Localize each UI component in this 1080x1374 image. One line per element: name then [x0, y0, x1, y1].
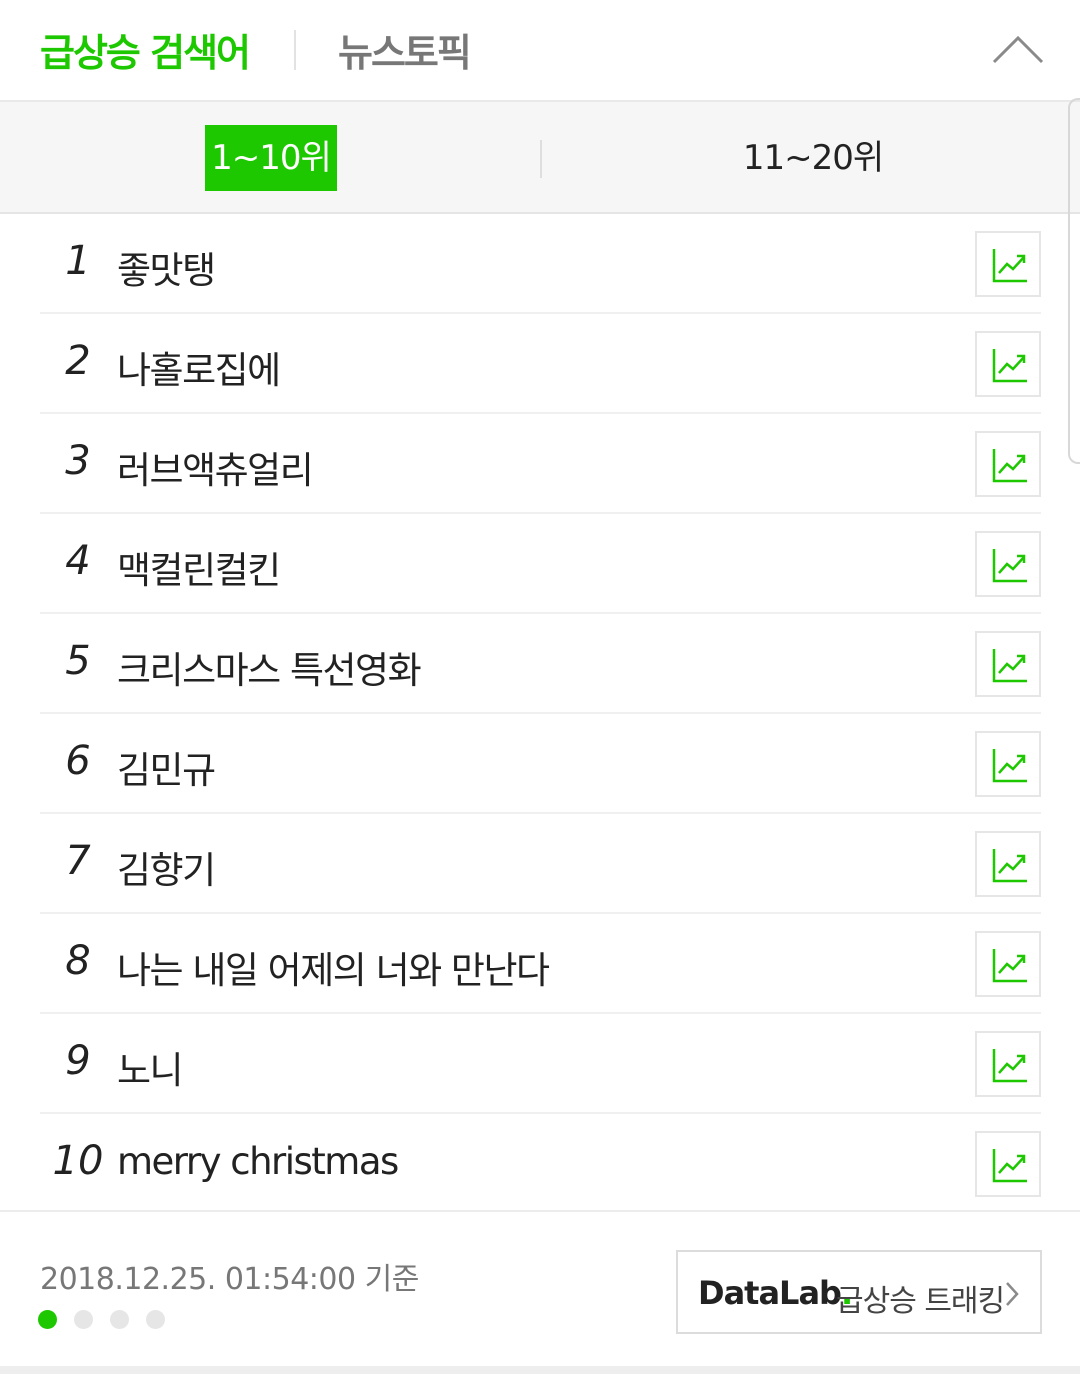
page-dot-active[interactable] — [38, 1310, 57, 1329]
keyword-row[interactable]: 4 맥컬린컬킨 — [40, 514, 1041, 614]
trend-chart-icon — [992, 849, 1027, 883]
keyword-text[interactable]: 노니 — [117, 1040, 184, 1094]
keyword-text[interactable]: 러브액츄얼리 — [117, 440, 314, 494]
trend-chart-icon — [992, 649, 1027, 683]
keyword-row[interactable]: 5 크리스마스 특선영화 — [40, 614, 1041, 714]
rank-number: 3 — [65, 438, 91, 484]
rank-number: 6 — [65, 738, 91, 784]
keyword-text[interactable]: 크리스마스 특선영화 — [117, 640, 422, 694]
rank-number: 8 — [65, 938, 91, 984]
keyword-row[interactable]: 8 나는 내일 어제의 너와 만난다 — [40, 914, 1041, 1014]
scroll-indicator — [1068, 98, 1080, 464]
trend-chart-icon — [992, 1049, 1027, 1083]
keyword-text[interactable]: 김향기 — [117, 840, 216, 894]
page-dot[interactable] — [146, 1310, 165, 1329]
rank-number: 7 — [65, 838, 91, 884]
tab-rank-11-20[interactable]: 11~20위 — [740, 125, 886, 191]
footer: 2018.12.25. 01:54:00 기준 DataLab. 급상승 트래킹 — [0, 1210, 1080, 1366]
rank-number: 9 — [65, 1038, 91, 1084]
keyword-text[interactable]: 나홀로집에 — [117, 340, 281, 394]
trend-chart-icon — [992, 949, 1027, 983]
trend-chart-icon — [992, 749, 1027, 783]
tab-divider — [294, 30, 296, 70]
chevron-right-icon — [1006, 1282, 1019, 1306]
keyword-text[interactable]: 김민규 — [117, 740, 216, 794]
datalab-logo: DataLab. — [698, 1274, 853, 1312]
trend-chart-icon — [992, 449, 1027, 483]
datalab-brand-text: DataLab — [698, 1274, 842, 1312]
update-timestamp: 2018.12.25. 01:54:00 기준 — [40, 1262, 419, 1297]
collapse-button[interactable] — [990, 30, 1046, 70]
trend-chart-icon — [992, 349, 1027, 383]
bottom-divider — [0, 1366, 1080, 1374]
tab-rising-keywords[interactable]: 급상승 검색어 — [40, 22, 251, 77]
tab-news-topic[interactable]: 뉴스토픽 — [338, 22, 472, 77]
keyword-row[interactable]: 2 나홀로집에 — [40, 314, 1041, 414]
trend-button[interactable] — [975, 1131, 1041, 1197]
rank-number: 1 — [65, 238, 91, 284]
rank-number: 2 — [65, 338, 91, 384]
trend-button[interactable] — [975, 431, 1041, 497]
trend-button[interactable] — [975, 531, 1041, 597]
page-indicator — [38, 1310, 182, 1333]
page-dot[interactable] — [74, 1310, 93, 1329]
keyword-row[interactable]: 7 김향기 — [40, 814, 1041, 914]
keyword-row[interactable]: 1 좋맛탱 — [40, 214, 1041, 314]
keyword-text[interactable]: 나는 내일 어제의 너와 만난다 — [117, 940, 550, 994]
keyword-list: 1 좋맛탱 2 나홀로집에 3 러브액츄얼리 4 맥컬린컬킨 5 크리스마스 특… — [0, 214, 1080, 1214]
trend-button[interactable] — [975, 231, 1041, 297]
trend-chart-icon — [992, 249, 1027, 283]
datalab-label: 급상승 트래킹 — [836, 1284, 1005, 1319]
keyword-row[interactable]: 10 merry christmas — [40, 1114, 1041, 1214]
keyword-row[interactable]: 3 러브액츄얼리 — [40, 414, 1041, 514]
trend-button[interactable] — [975, 331, 1041, 397]
page-dot[interactable] — [110, 1310, 129, 1329]
rank-number: 4 — [65, 538, 91, 584]
trend-button[interactable] — [975, 831, 1041, 897]
trend-button[interactable] — [975, 1031, 1041, 1097]
rank-number: 5 — [65, 638, 91, 684]
keyword-row[interactable]: 6 김민규 — [40, 714, 1041, 814]
rank-number: 10 — [52, 1138, 104, 1184]
keyword-text[interactable]: 맥컬린컬킨 — [117, 540, 281, 594]
header: 급상승 검색어 뉴스토픽 — [0, 0, 1080, 102]
trend-button[interactable] — [975, 731, 1041, 797]
chevron-up-icon — [992, 35, 1044, 64]
keyword-text[interactable]: 좋맛탱 — [117, 240, 216, 294]
keyword-text[interactable]: merry christmas — [117, 1140, 399, 1183]
range-divider — [540, 140, 542, 178]
trend-button[interactable] — [975, 631, 1041, 697]
tab-rank-1-10[interactable]: 1~10위 — [205, 125, 337, 191]
keyword-row[interactable]: 9 노니 — [40, 1014, 1041, 1114]
datalab-tracking-button[interactable]: DataLab. 급상승 트래킹 — [676, 1250, 1042, 1334]
trend-chart-icon — [992, 549, 1027, 583]
range-tab-bar: 1~10위 11~20위 — [0, 102, 1080, 214]
trend-button[interactable] — [975, 931, 1041, 997]
trend-chart-icon — [992, 1149, 1027, 1183]
